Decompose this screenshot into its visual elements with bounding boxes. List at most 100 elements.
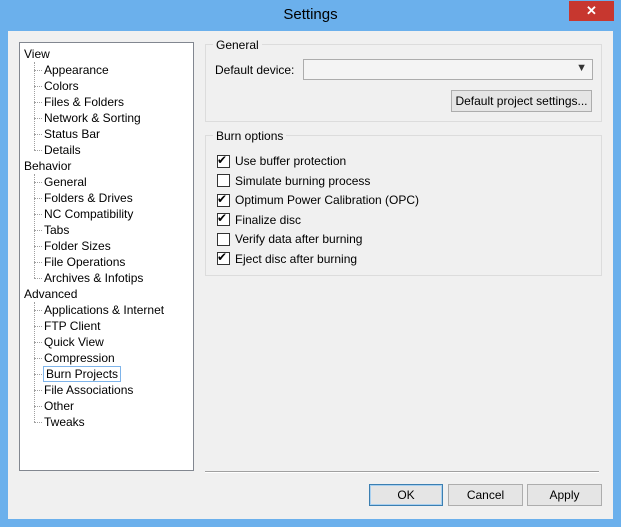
tree-item[interactable]: FTP Client: [44, 318, 100, 334]
tree-connector: [34, 342, 42, 343]
tree-item[interactable]: Applications & Internet: [44, 302, 164, 318]
close-button[interactable]: ✕: [569, 1, 614, 21]
tree-connector: [34, 406, 42, 407]
default-device-dropdown[interactable]: ▼: [303, 59, 593, 80]
tree-item-label: Tweaks: [44, 415, 85, 429]
tree-group-advanced[interactable]: Advanced: [24, 286, 77, 302]
tree-item-label: Tabs: [44, 223, 70, 237]
tree-item-label: Burn Projects: [42, 366, 122, 382]
default-device-label: Default device:: [215, 63, 295, 77]
tree-connector: [34, 86, 42, 87]
chevron-down-icon: ▼: [576, 62, 587, 74]
tree-connector: [34, 214, 42, 215]
tree-item-label: Status Bar: [44, 127, 101, 141]
burn-option-label: Simulate burning process: [235, 173, 371, 188]
tree-connector: [34, 390, 42, 391]
tree-item-label: File Associations: [44, 383, 134, 397]
tree-connector: [34, 358, 42, 359]
title-bar: Settings ✕: [0, 0, 621, 31]
default-project-settings-button[interactable]: Default project settings...: [451, 90, 592, 112]
tree-connector: [34, 134, 42, 135]
burn-option-label: Verify data after burning: [235, 232, 363, 246]
tree-connector: [34, 62, 35, 150]
tree-connector: [34, 278, 42, 279]
tree-item[interactable]: Appearance: [44, 62, 109, 78]
close-icon: ✕: [586, 3, 597, 18]
burn-options-group: Burn options ✔ Use buffer protection Simul…: [205, 129, 602, 276]
burn-option-label: Optimum Power Calibration (OPC): [235, 193, 420, 207]
tree-group-view[interactable]: View: [24, 46, 50, 62]
tree-item-label: Applications & Internet: [44, 303, 165, 317]
tree-item[interactable]: Folders & Drives: [44, 190, 133, 206]
burn-options-title: Burn options: [213, 129, 287, 143]
tree-item[interactable]: Details: [44, 142, 81, 158]
tree-connector: [34, 302, 35, 422]
tree-connector: [34, 246, 42, 247]
tree-item-label: NC Compatibility: [44, 207, 134, 221]
tree-connector: [34, 262, 42, 263]
tree-item[interactable]: Network & Sorting: [44, 110, 141, 126]
burn-option-checkbox[interactable]: Simulate burning process: [217, 173, 370, 189]
tree-item[interactable]: File Associations: [44, 382, 133, 398]
tree-connector: [34, 374, 42, 375]
burn-option-checkbox[interactable]: Verify data after burning: [217, 231, 362, 247]
burn-option-label: Use buffer protection: [235, 154, 347, 168]
tree-item-label: Details: [44, 143, 81, 157]
tree-item[interactable]: Other: [44, 398, 74, 414]
check-icon: ✔: [217, 191, 228, 206]
checkbox-icon[interactable]: [217, 174, 230, 187]
tree-item[interactable]: Folder Sizes: [44, 238, 111, 254]
ok-button[interactable]: OK: [369, 484, 443, 506]
checkbox-icon[interactable]: ✔: [217, 211, 230, 226]
tree-item[interactable]: Colors: [44, 78, 79, 94]
burn-option-label: Eject disc after burning: [235, 251, 358, 266]
window-title: Settings: [283, 6, 338, 23]
tree-item[interactable]: Tabs: [44, 222, 69, 238]
tree-item[interactable]: Archives & Infotips: [44, 270, 143, 286]
tree-item-label: Archives & Infotips: [44, 271, 144, 285]
check-icon: ✔: [217, 211, 228, 225]
tree-connector: [34, 174, 35, 278]
checkbox-icon[interactable]: ✔: [217, 191, 230, 207]
tree-item-label: Quick View: [44, 335, 104, 349]
tree-connector: [34, 70, 42, 71]
checkbox-icon[interactable]: [217, 232, 230, 246]
tree-item[interactable]: Quick View: [44, 334, 104, 350]
tree-connector: [34, 102, 42, 103]
tree-item-label: General: [44, 175, 87, 189]
cancel-button[interactable]: Cancel: [448, 484, 523, 506]
tree-item-label: Compression: [44, 351, 115, 365]
checkbox-icon[interactable]: ✔: [217, 250, 230, 265]
general-group: General Default device: ▼ Default projec…: [205, 38, 602, 122]
tree-item-label: Appearance: [44, 63, 109, 77]
tree-item-label: File Operations: [44, 255, 126, 269]
apply-button[interactable]: Apply: [527, 484, 602, 506]
tree-item[interactable]: Compression: [44, 350, 115, 366]
tree-item[interactable]: Files & Folders: [44, 94, 124, 110]
tree-item-label: Colors: [44, 79, 79, 93]
burn-option-checkbox[interactable]: ✔ Use buffer protection: [217, 153, 346, 169]
checkbox-icon[interactable]: ✔: [217, 153, 230, 168]
settings-tree[interactable]: View Appearance Colors Files & Folders Netwo…: [19, 42, 194, 471]
burn-option-checkbox[interactable]: ✔ Optimum Power Calibration (OPC): [217, 192, 419, 208]
tree-item[interactable]: File Operations: [44, 254, 125, 270]
tree-item[interactable]: Burn Projects: [42, 366, 122, 382]
tree-connector: [34, 230, 42, 231]
burn-option-checkbox[interactable]: ✔ Eject disc after burning: [217, 250, 358, 267]
burn-option-checkbox[interactable]: ✔ Finalize disc: [217, 211, 302, 228]
tree-connector: [34, 422, 42, 423]
burn-option-label: Finalize disc: [235, 212, 302, 227]
tree-item[interactable]: Status Bar: [44, 126, 100, 142]
tree-connector: [34, 198, 42, 199]
tree-item[interactable]: NC Compatibility: [44, 206, 133, 222]
tree-item[interactable]: Tweaks: [44, 414, 85, 430]
tree-item-label: Other: [44, 399, 75, 413]
check-icon: ✔: [217, 250, 228, 264]
tree-item-label: Network & Sorting: [44, 111, 141, 125]
tree-group-behavior[interactable]: Behavior: [24, 158, 71, 174]
tree-item[interactable]: General: [44, 174, 87, 190]
general-group-title: General: [213, 38, 262, 52]
tree-item-label: Folders & Drives: [44, 191, 133, 205]
dialog-client: View Appearance Colors Files & Folders Netwo…: [8, 31, 613, 519]
tree-connector: [34, 118, 42, 119]
